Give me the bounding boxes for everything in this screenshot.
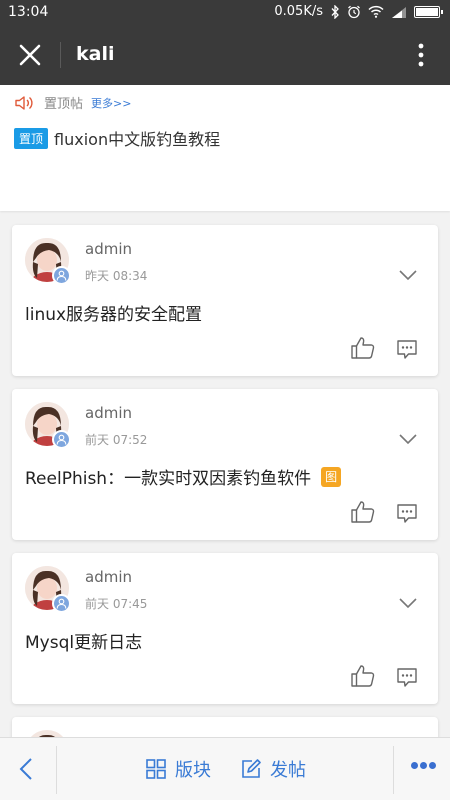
post-title-text: linux服务器的安全配置	[25, 305, 203, 325]
more-vertical-icon	[418, 43, 424, 67]
new-post-label: 发帖	[270, 760, 306, 781]
grid-icon	[146, 759, 166, 779]
user-icon	[56, 270, 67, 281]
post-card[interactable]: admin 前天 07:45 Mysql更新日志	[12, 553, 438, 704]
pinned-post-title: fluxion中文版钓鱼教程	[54, 130, 221, 149]
post-title-text: Mysql更新日志	[25, 633, 143, 653]
close-button[interactable]	[14, 39, 46, 71]
pinned-post[interactable]: 置顶 fluxion中文版钓鱼教程	[14, 126, 220, 150]
user-badge	[52, 266, 71, 285]
chevron-down-icon[interactable]	[398, 269, 418, 281]
post-title[interactable]: Mysql更新日志	[25, 628, 142, 653]
pinned-section: 置顶帖 更多>> 置顶 fluxion中文版钓鱼教程	[0, 85, 450, 211]
user-badge	[52, 430, 71, 449]
new-post-button[interactable]: 发帖	[240, 756, 306, 782]
title-divider	[60, 42, 61, 68]
speaker-icon	[15, 95, 33, 110]
back-arrow-icon[interactable]	[14, 756, 40, 782]
author-name[interactable]: admin	[85, 404, 132, 422]
close-icon	[19, 44, 41, 66]
bottom-divider	[393, 746, 394, 794]
pin-badge: 置顶	[14, 127, 49, 149]
bluetooth-icon	[331, 4, 339, 19]
page-title: kali	[76, 43, 115, 65]
author-name[interactable]: admin	[85, 568, 132, 586]
author-name[interactable]: admin	[85, 240, 132, 258]
status-bar: 13:04 0.05K/s	[0, 0, 450, 25]
pinned-more-link[interactable]: 更多>>	[91, 95, 131, 111]
wifi-icon	[368, 5, 384, 18]
post-time: 前天 07:52	[85, 433, 148, 447]
signal-icon	[392, 6, 406, 18]
more-icon[interactable]	[411, 762, 436, 769]
user-icon	[56, 434, 67, 445]
boards-label: 版块	[175, 760, 211, 781]
alarm-icon	[348, 5, 360, 18]
comment-icon[interactable]	[396, 338, 418, 360]
bottom-divider	[56, 746, 57, 794]
like-icon[interactable]	[350, 336, 376, 360]
battery-icon	[414, 5, 443, 18]
chevron-down-icon[interactable]	[398, 433, 418, 445]
post-title[interactable]: ReelPhish：一款实时双因素钓鱼软件图	[25, 464, 342, 489]
status-icons: 0.05K/s	[274, 4, 443, 19]
post-title[interactable]: linux服务器的安全配置	[25, 300, 202, 325]
bottom-bar: 版块 发帖	[0, 737, 450, 800]
post-time: 昨天 08:34	[85, 269, 148, 283]
user-icon	[56, 598, 67, 609]
network-speed: 0.05K/s	[274, 4, 323, 19]
post-card[interactable]: admin 昨天 08:34 linux服务器的安全配置	[12, 225, 438, 376]
status-time: 13:04	[8, 4, 49, 20]
post-title-text: ReelPhish：一款实时双因素钓鱼软件	[25, 469, 312, 489]
like-icon[interactable]	[350, 500, 376, 524]
battery-level	[416, 7, 438, 16]
more-options-button[interactable]	[414, 41, 428, 69]
pinned-header: 置顶帖 更多>>	[14, 93, 131, 112]
post-card[interactable]: admin 前天 07:52 ReelPhish：一款实时双因素钓鱼软件图	[12, 389, 438, 540]
post-time: 前天 07:45	[85, 597, 148, 611]
chevron-down-icon[interactable]	[398, 597, 418, 609]
pinned-label: 置顶帖	[44, 97, 84, 112]
title-bar: kali	[0, 25, 450, 85]
user-badge	[52, 594, 71, 613]
comment-icon[interactable]	[396, 502, 418, 524]
like-icon[interactable]	[350, 664, 376, 688]
comment-icon[interactable]	[396, 666, 418, 688]
boards-button[interactable]: 版块	[145, 756, 211, 782]
edit-icon	[242, 759, 261, 778]
image-badge: 图	[321, 466, 342, 487]
